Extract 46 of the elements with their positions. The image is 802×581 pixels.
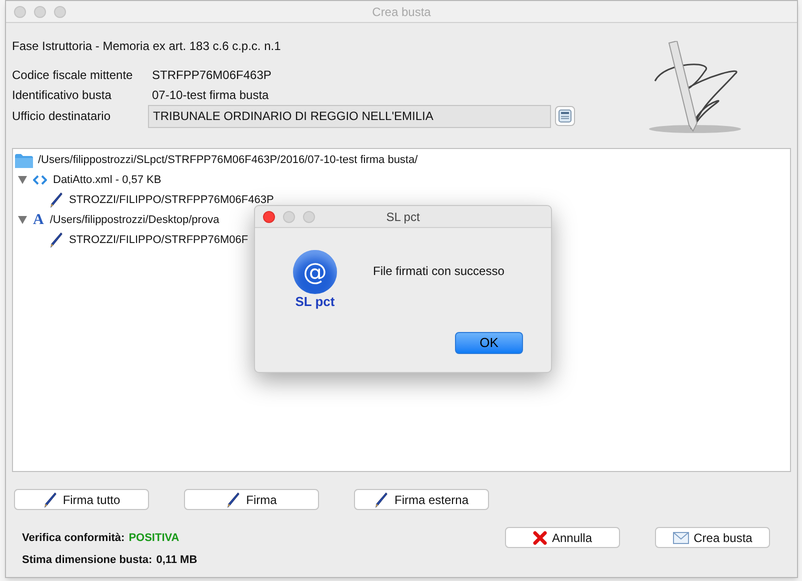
sign-button[interactable]: Firma esterna <box>354 489 489 510</box>
status-value: POSITIVA <box>128 531 180 546</box>
envelope-icon <box>672 532 689 544</box>
minimize-window-icon[interactable] <box>283 210 295 222</box>
pen-icon <box>226 492 240 508</box>
pen-icon <box>49 192 63 208</box>
field-label: Codice fiscale mittente <box>12 67 134 84</box>
tree-item-label[interactable]: DatiAtto.xml - 0,57 KB <box>53 172 162 188</box>
field-label: Ufficio destinatario <box>12 108 112 125</box>
close-window-icon[interactable] <box>14 6 26 18</box>
tree-item-label[interactable]: /Users/filippostrozzi/Desktop/prova <box>50 212 220 228</box>
sign-button[interactable]: Firma <box>184 489 319 510</box>
status-label: Verifica conformità: <box>22 531 125 546</box>
sign-button[interactable]: Firma tutto <box>14 489 149 510</box>
office-field: TRIBUNALE ORDINARIO DI REGGIO NELL'EMILIA <box>148 104 551 128</box>
folder-icon <box>15 154 33 168</box>
expand-triangle-icon[interactable] <box>17 216 27 224</box>
field-value: 07-10-test firma busta <box>152 87 269 104</box>
pen-icon <box>42 492 57 508</box>
tree-item-label[interactable]: STROZZI/FILIPPO/STRFPP76M06F <box>69 232 248 248</box>
status-label: Stima dimensione busta: <box>22 552 152 568</box>
cross-icon <box>532 530 547 544</box>
expand-triangle-icon[interactable] <box>17 176 27 184</box>
dialog-message: File firmati con successo <box>373 263 504 280</box>
ok-button[interactable]: OK <box>455 332 523 354</box>
window-title: Crea busta <box>372 4 431 20</box>
cancel-button[interactable]: Annulla <box>505 527 620 548</box>
code-brackets-icon <box>33 175 47 185</box>
tree-item-label[interactable]: /Users/filippostrozzi/SLpct/STRFPP76M06F463P/2016/07-10-test firma busta/ <box>38 152 418 169</box>
procedure-heading: Fase Istruttoria - Memoria ex art. 183 c.6 c.p.c. n.1 <box>12 38 282 55</box>
field-label: Identificativo busta <box>12 87 112 104</box>
minimize-window-icon[interactable] <box>34 6 46 18</box>
tree-item-label[interactable]: STROZZI/FILIPPO/STRFPP76M06F463P <box>69 192 274 208</box>
close-window-icon[interactable] <box>263 210 275 222</box>
at-sign: @ <box>303 260 327 284</box>
letter-a-icon: A <box>33 212 44 228</box>
zoom-window-icon[interactable] <box>303 210 315 222</box>
logo-text: SL pct <box>295 295 335 308</box>
dialog-title: SL pct <box>386 208 420 226</box>
office-list-icon[interactable] <box>555 106 575 126</box>
field-value: STRFPP76M06F463P <box>152 67 272 84</box>
pen-icon <box>374 492 388 508</box>
create-envelope-button[interactable]: Crea busta <box>655 527 770 548</box>
zoom-window-icon[interactable] <box>54 6 66 18</box>
status-value: 0,11 MB <box>156 552 198 568</box>
pen-icon <box>49 232 63 248</box>
